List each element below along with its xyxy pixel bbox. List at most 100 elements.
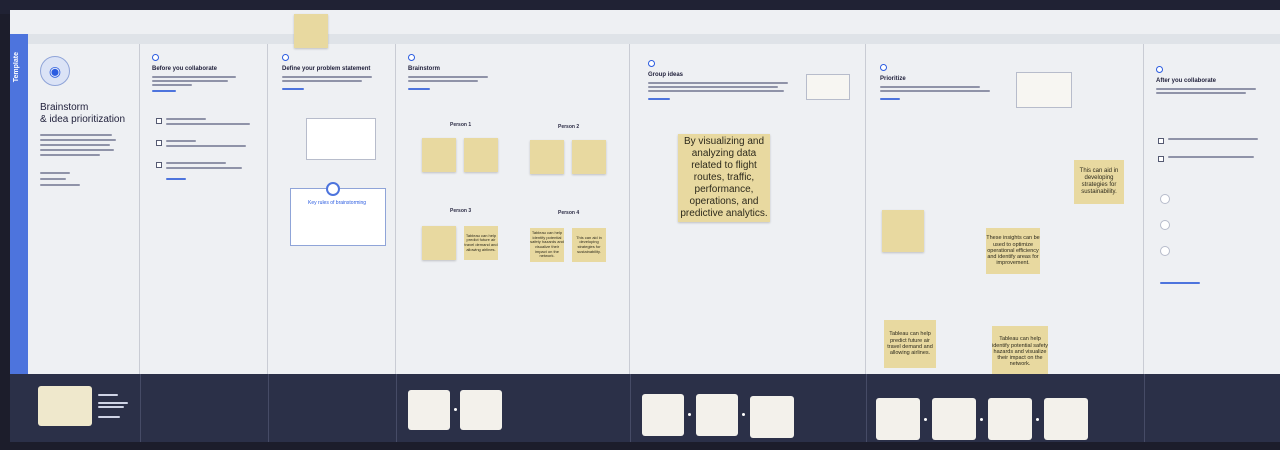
column-brainstorm [396, 44, 630, 374]
section-desc-line [648, 90, 784, 92]
open-example-link[interactable] [152, 90, 176, 92]
step-marker-icon [648, 60, 655, 67]
bottom-divider [396, 374, 397, 442]
task-icon [1158, 138, 1164, 144]
page-title: Brainstorm & idea prioritization [40, 102, 125, 125]
sticky-note[interactable]: Tableau can help predict future air trav… [884, 320, 936, 368]
step-marker-icon [152, 54, 159, 61]
intro-text-line [40, 134, 112, 136]
title-line-2: & idea prioritization [40, 113, 126, 125]
step-thumbnail[interactable] [1044, 398, 1088, 440]
tips-title: Key rules of brainstorming [308, 200, 367, 206]
header-sticky-note[interactable] [294, 14, 328, 48]
step-marker-icon [880, 64, 887, 71]
step-thumbnail[interactable] [642, 394, 684, 436]
section-desc-line [648, 82, 788, 84]
section-desc-line [648, 86, 778, 88]
bottom-divider [1144, 374, 1145, 442]
sticky-note[interactable]: This can aid in developing strategies fo… [572, 228, 606, 262]
example-thumbnail[interactable] [806, 74, 850, 100]
section-desc-line [1156, 92, 1246, 94]
task-line [166, 140, 196, 142]
bottom-divider [268, 374, 269, 442]
step-marker-icon [1156, 66, 1163, 73]
step-thumbnail[interactable] [750, 396, 794, 438]
bottom-divider [866, 374, 867, 442]
open-link[interactable] [166, 178, 186, 180]
sticky-note[interactable] [422, 226, 456, 260]
open-example-link[interactable] [282, 88, 304, 90]
section-title-before: Before you collaborate [152, 66, 218, 72]
nav-text-line [98, 406, 124, 408]
section-title-define: Define your problem statement [282, 66, 371, 72]
problem-statement-card[interactable] [306, 118, 376, 160]
step-thumbnail[interactable] [460, 390, 502, 430]
resource-icon [1160, 194, 1170, 204]
intro-text-line [40, 154, 100, 156]
template-tab-label: Template [13, 52, 20, 83]
sticky-note[interactable] [530, 140, 564, 174]
nav-text-line [98, 394, 118, 396]
step-thumbnail[interactable] [408, 390, 450, 430]
template-thumbnail[interactable] [38, 386, 92, 426]
step-thumbnail[interactable] [988, 398, 1032, 440]
task-icon [156, 162, 162, 168]
task-line [166, 118, 206, 120]
step-thumbnail[interactable] [696, 394, 738, 436]
person-3-label: Person 3 [450, 208, 472, 214]
mural-board[interactable]: Template ◉ Brainstorm & idea prioritizat… [10, 10, 1280, 442]
task-line [1168, 138, 1258, 140]
sticky-note-large[interactable]: By visualizing and analyzing data relate… [678, 134, 770, 222]
sticky-note[interactable]: This can aid in developing strategies fo… [1074, 160, 1124, 204]
sticky-note[interactable] [422, 138, 456, 172]
step-marker-icon [408, 54, 415, 61]
task-line [166, 162, 226, 164]
example-thumbnail[interactable] [1016, 72, 1072, 108]
step-thumbnail[interactable] [876, 398, 920, 440]
sticky-note[interactable] [572, 140, 606, 174]
title-line-1: Brainstorm [40, 102, 89, 113]
task-icon [1158, 156, 1164, 162]
intro-meta-line [40, 178, 66, 180]
bottom-divider [140, 374, 141, 442]
share-link[interactable] [1160, 282, 1200, 284]
step-thumbnail[interactable] [932, 398, 976, 440]
person-4-label: Person 4 [558, 210, 580, 216]
section-desc-line [880, 86, 980, 88]
task-icon [156, 140, 162, 146]
sticky-note[interactable]: Tableau can help identify potential safe… [992, 326, 1048, 378]
task-icon [156, 118, 162, 124]
column-intro [28, 44, 140, 374]
task-line [166, 167, 242, 169]
section-title-brainstorm: Brainstorm [408, 66, 441, 72]
nav-text-line [98, 416, 120, 418]
section-desc-line [282, 80, 362, 82]
connector-icon [742, 413, 745, 416]
section-desc-line [408, 80, 478, 82]
open-example-link[interactable] [408, 88, 430, 90]
person-1-label: Person 1 [450, 122, 472, 128]
open-example-link[interactable] [880, 98, 900, 100]
open-example-link[interactable] [648, 98, 670, 100]
connector-icon [924, 418, 927, 421]
intro-text-line [40, 144, 110, 146]
intro-text-line [40, 149, 114, 151]
tips-card[interactable] [290, 188, 386, 246]
sticky-note[interactable]: These insights can be used to optimize o… [986, 228, 1040, 274]
section-title-after: After you collaborate [1156, 78, 1217, 84]
section-desc-line [408, 76, 488, 78]
sticky-note[interactable]: Tableau can help identify potential safe… [530, 228, 564, 262]
person-2-label: Person 2 [558, 124, 580, 130]
section-title-prioritize: Prioritize [880, 76, 906, 82]
connector-icon [688, 413, 691, 416]
sticky-note[interactable]: Tableau can help predict future air trav… [464, 226, 498, 260]
section-desc-line [282, 76, 372, 78]
nav-text-line [98, 402, 128, 404]
board-header-strip [28, 34, 1280, 44]
section-desc-line [880, 90, 990, 92]
intro-meta-line [40, 184, 80, 186]
template-side-tab[interactable]: Template [10, 34, 28, 384]
connector-icon [980, 418, 983, 421]
sticky-note[interactable] [882, 210, 924, 252]
sticky-note[interactable] [464, 138, 498, 172]
